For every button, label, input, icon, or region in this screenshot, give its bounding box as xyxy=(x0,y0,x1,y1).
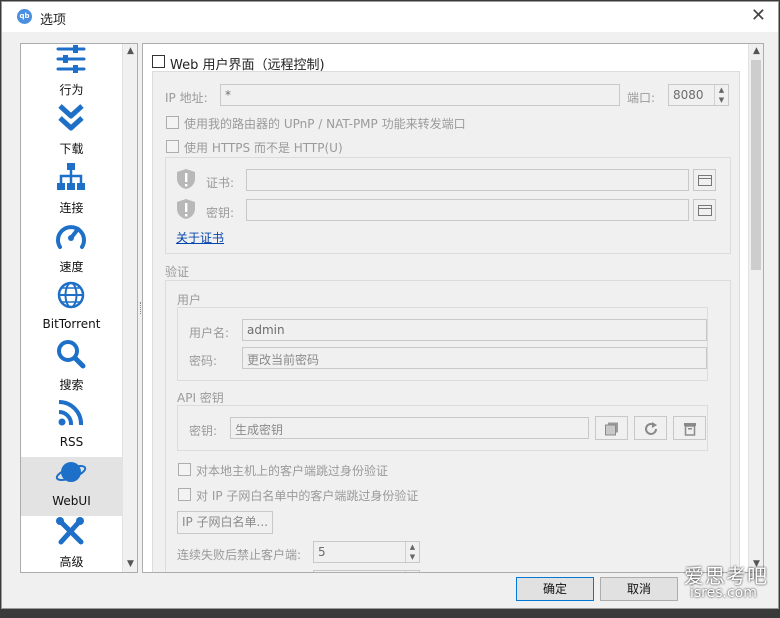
webui-enable-checkbox[interactable] xyxy=(152,55,165,68)
cancel-button[interactable]: 取消 xyxy=(600,577,678,601)
browse-certificate-button[interactable] xyxy=(693,169,716,191)
watermark-url: isres.com xyxy=(690,585,757,601)
close-icon[interactable]: ✕ xyxy=(751,5,766,26)
sidebar-item-label: 下载 xyxy=(59,142,84,156)
sidebar-item-speed[interactable]: 速度 xyxy=(21,221,122,280)
scroll-thumb[interactable] xyxy=(751,60,761,270)
sidebar-item-bittorrent[interactable]: BitTorrent xyxy=(21,280,122,339)
trash-icon xyxy=(684,423,696,436)
username-field[interactable]: admin xyxy=(242,319,707,341)
ip-whitelist-button[interactable]: IP 子网白名单... xyxy=(177,511,273,534)
sliders-icon xyxy=(56,45,86,73)
ban-after-label: 连续失败后禁止客户端: xyxy=(177,548,302,562)
sidebar-list: 行为 下载 连接 速度 BitTorrent 搜索 RSS WebUI 高级 xyxy=(21,44,122,572)
ban-after-value: 5 xyxy=(318,545,326,559)
api-key-group: 密钥: 生成密钥 xyxy=(177,405,708,451)
sidebar-item-label: 高级 xyxy=(59,555,84,569)
username-label: 用户名: xyxy=(189,326,230,340)
sidebar-item-label: BitTorrent xyxy=(42,317,101,331)
https-checkbox[interactable] xyxy=(166,140,179,153)
browse-key-button[interactable] xyxy=(693,199,716,221)
folder-icon xyxy=(698,175,712,186)
tools-icon xyxy=(56,517,84,545)
regenerate-api-key-button[interactable] xyxy=(634,416,667,440)
spin-arrows-icon[interactable]: ▲▼ xyxy=(405,571,419,572)
certificate-path-field[interactable] xyxy=(246,169,689,191)
shield-warning-icon xyxy=(177,199,195,219)
speedometer-icon xyxy=(56,225,86,249)
authentication-group: 用户 用户名: admin 密码: 更改当前密码 API 密钥 密钥: 生成密钥 xyxy=(165,280,731,572)
planet-icon xyxy=(55,462,87,482)
title-bar: qb 选项 ✕ xyxy=(2,2,778,32)
sidebar-item-webui[interactable]: WebUI xyxy=(21,457,122,516)
key-label: 密钥: xyxy=(206,206,235,220)
scroll-up-icon[interactable]: ▲ xyxy=(749,44,763,59)
password-label: 密码: xyxy=(189,354,218,368)
scroll-down-icon[interactable]: ▼ xyxy=(123,557,138,572)
upnp-label: 使用我的路由器的 UPnP / NAT-PMP 功能来转发端口 xyxy=(184,117,466,131)
sidebar-item-label: 行为 xyxy=(59,83,84,97)
window-title: 选项 xyxy=(40,13,67,28)
api-key-label: 密钥: xyxy=(189,424,218,438)
upnp-checkbox[interactable] xyxy=(166,116,179,129)
sidebar-item-behavior[interactable]: 行为 xyxy=(21,44,122,103)
bypass-localhost-checkbox[interactable] xyxy=(178,463,191,476)
port-label: 端口: xyxy=(627,91,656,105)
shield-warning-icon xyxy=(177,169,195,189)
webui-settings-group: IP 地址: * 端口: 8080 ▲ ▼ 使用我的路由器的 UPnP / NAT… xyxy=(152,71,740,572)
sidebar-item-rss[interactable]: RSS xyxy=(21,398,122,457)
about-certificates-link[interactable]: 关于证书 xyxy=(176,229,224,246)
sidebar-item-downloads[interactable]: 下载 xyxy=(21,103,122,162)
sidebar-item-label: WebUI xyxy=(52,494,91,508)
user-group-title: 用户 xyxy=(177,293,202,307)
spin-arrows-icon[interactable]: ▲▼ xyxy=(714,85,728,105)
sidebar-scrollbar[interactable]: ▲ ▼ xyxy=(122,44,137,572)
user-credentials-group: 用户名: admin 密码: 更改当前密码 xyxy=(177,307,708,381)
key-path-field[interactable] xyxy=(246,199,689,221)
options-sidebar: 行为 下载 连接 速度 BitTorrent 搜索 RSS WebUI 高级 ▲… xyxy=(20,43,138,573)
ban-after-spinbox[interactable]: 5 ▲ ▼ xyxy=(313,541,420,563)
copy-api-key-button[interactable] xyxy=(595,416,628,440)
content-scrollbar[interactable]: ▲ ▼ xyxy=(748,44,763,572)
bypass-whitelist-label: 对 IP 子网白名单中的客户端跳过身份验证 xyxy=(196,489,419,503)
authentication-section-title: 验证 xyxy=(165,265,190,279)
password-field[interactable]: 更改当前密码 xyxy=(242,347,707,369)
folder-icon xyxy=(698,205,712,216)
certificate-label: 证书: xyxy=(206,176,235,190)
port-spinbox[interactable]: 8080 ▲ ▼ xyxy=(668,84,729,106)
sidebar-item-label: 连接 xyxy=(59,201,84,215)
qbittorrent-app-icon: qb xyxy=(17,9,32,24)
ip-address-label: IP 地址: xyxy=(165,91,208,105)
rss-icon xyxy=(58,399,84,426)
globe-icon xyxy=(57,281,85,309)
https-label: 使用 HTTPS 而不是 HTTP(U) xyxy=(184,141,343,155)
sidebar-item-advanced[interactable]: 高级 xyxy=(21,516,122,572)
scroll-up-icon[interactable]: ▲ xyxy=(123,44,138,59)
sidebar-item-label: 搜索 xyxy=(59,378,84,392)
search-icon xyxy=(57,340,86,369)
sidebar-item-label: 速度 xyxy=(59,260,84,274)
ip-address-field[interactable]: * xyxy=(220,84,620,106)
copy-icon xyxy=(605,422,618,436)
sidebar-item-search[interactable]: 搜索 xyxy=(21,339,122,398)
sidebar-item-label: RSS xyxy=(59,435,84,449)
bypass-whitelist-checkbox[interactable] xyxy=(178,488,191,501)
ok-button[interactable]: 确定 xyxy=(516,577,594,601)
api-key-group-title: API 密钥 xyxy=(177,391,224,405)
double-chevron-down-icon xyxy=(58,104,84,131)
options-window: qb 选项 ✕ 行为 下载 连接 速度 BitTorrent 搜索 RSS We… xyxy=(1,1,779,609)
ban-duration-spinbox[interactable]: ▲▼ xyxy=(313,570,420,572)
spin-arrows-icon[interactable]: ▲▼ xyxy=(405,542,419,562)
network-icon xyxy=(57,163,85,190)
bypass-localhost-label: 对本地主机上的客户端跳过身份验证 xyxy=(196,464,389,478)
webui-settings-panel: Web 用户界面（远程控制) IP 地址: * 端口: 8080 ▲ ▼ 使用我的… xyxy=(142,43,764,573)
api-key-field[interactable]: 生成密钥 xyxy=(230,417,589,439)
https-cert-group: 证书: 密钥: 关于证书 xyxy=(165,157,731,254)
sidebar-item-connection[interactable]: 连接 xyxy=(21,162,122,221)
port-value: 8080 xyxy=(673,88,704,102)
refresh-icon xyxy=(645,422,657,435)
delete-api-key-button[interactable] xyxy=(673,416,706,440)
